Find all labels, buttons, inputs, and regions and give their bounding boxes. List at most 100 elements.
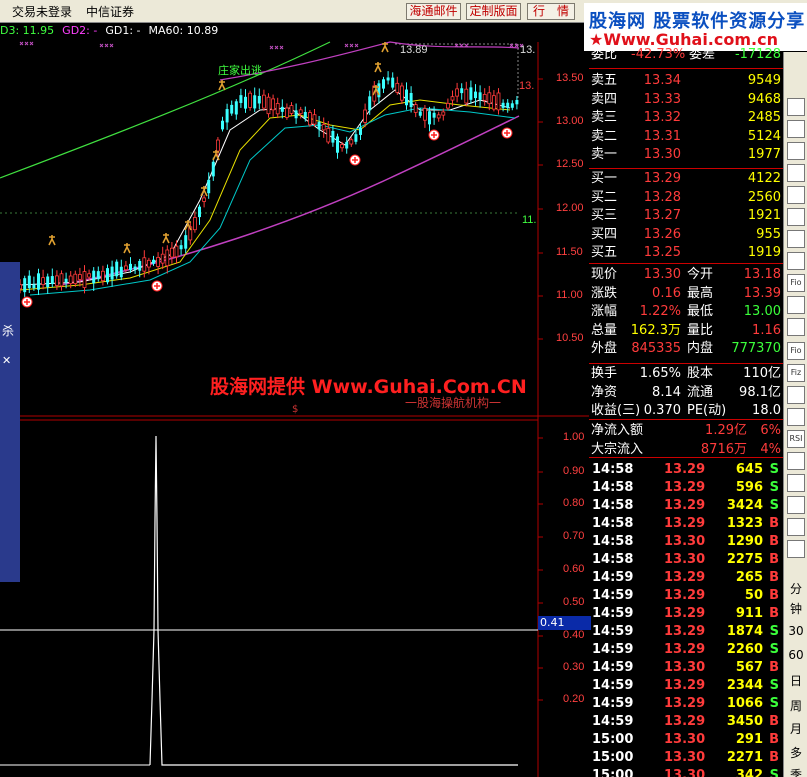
ask-price: 13.34 (643, 73, 681, 88)
high-price-label: 13.89 (400, 44, 428, 56)
toolbar-icon[interactable] (787, 408, 805, 426)
info-value: 777370 (731, 341, 781, 356)
bid-row[interactable]: 买一 13.29 4122 (589, 170, 783, 188)
candle-body (133, 266, 137, 270)
trade-side: S (769, 768, 779, 777)
candle-body (331, 130, 335, 143)
candle-body (317, 122, 321, 130)
period-button[interactable]: 季 (788, 766, 804, 777)
candle-body (124, 265, 128, 271)
candle-body (363, 109, 368, 123)
sub-axis-label: 0.40 (563, 629, 585, 641)
period-button[interactable]: 多 (788, 744, 804, 761)
candle-body (152, 259, 155, 264)
candle-body (354, 134, 358, 142)
bid-row[interactable]: 买五 13.25 1919 (589, 244, 783, 262)
trade-side: B (769, 534, 779, 549)
trade-side: B (769, 516, 779, 531)
price-axis-label: 13.00 (556, 115, 584, 127)
cross-marker-icon (274, 45, 279, 50)
bid-label: 买三 (591, 208, 618, 223)
toolbar-icon[interactable] (787, 518, 805, 536)
trade-side: S (769, 696, 779, 711)
flow-percent: 6% (760, 423, 781, 438)
ask-label: 卖三 (591, 110, 618, 125)
ask-row[interactable]: 卖三 13.32 2485 (589, 109, 783, 127)
toolbar-icon[interactable] (787, 164, 805, 182)
bid-row[interactable]: 买三 13.27 1921 (589, 207, 783, 225)
toolbar-icon-fio[interactable]: Fio (787, 274, 805, 292)
candle-body (211, 161, 215, 177)
toolbar-icon[interactable] (787, 474, 805, 492)
toolbar-icon[interactable] (787, 252, 805, 270)
period-button[interactable]: 钟 (788, 600, 804, 617)
bid-row[interactable]: 买四 13.26 955 (589, 226, 783, 244)
trade-side: S (769, 678, 779, 693)
candle-body (92, 270, 96, 284)
period-button[interactable]: 日 (788, 672, 804, 689)
toolbar-icon[interactable] (787, 120, 805, 138)
trade-time: 14:58 (592, 552, 634, 567)
ask-price: 13.31 (643, 128, 681, 144)
candle-body (68, 275, 73, 284)
bid-volume: 1921 (747, 208, 781, 223)
candle-body (450, 96, 455, 101)
cross-marker-icon (269, 45, 274, 50)
flow-value: 8716万 (700, 441, 747, 457)
price-axis-label: 12.00 (556, 202, 584, 214)
toolbar-icon[interactable] (787, 186, 805, 204)
candle-body (50, 276, 54, 284)
trade-volume: 291 (735, 732, 763, 747)
right-toolbar: Fio Fio Fiz RSI 分钟 30 60 日周月多季 (783, 52, 807, 777)
ask-label: 卖二 (591, 128, 618, 144)
ask-row[interactable]: 卖四 13.33 9468 (589, 91, 783, 109)
period-button[interactable]: 周 (788, 697, 804, 714)
ask-row[interactable]: 卖五 13.34 9549 (589, 72, 783, 90)
toolbar-icon[interactable] (787, 496, 805, 514)
candle-body (146, 259, 151, 268)
popup-close-icon[interactable]: ✕ (2, 354, 11, 367)
toolbar-icon[interactable] (787, 142, 805, 160)
sub-axis-label: 0.20 (563, 693, 585, 705)
toolbar-icon[interactable] (787, 208, 805, 226)
candle-body (487, 92, 492, 105)
candle-body (73, 273, 78, 284)
candle-body (294, 110, 298, 119)
toolbar-icon[interactable] (787, 318, 805, 336)
left-popup-panel[interactable]: 杀 ✕ (0, 262, 20, 582)
toolbar-icon[interactable] (787, 98, 805, 116)
trade-volume: 342 (735, 768, 763, 777)
toolbar-icon[interactable] (787, 540, 805, 558)
toolbar-icon[interactable] (787, 296, 805, 314)
toolbar-icon[interactable] (787, 452, 805, 470)
candle-body (160, 253, 165, 264)
period-button[interactable]: 分 (788, 580, 804, 597)
period-button[interactable]: 60 (788, 648, 804, 662)
period-button[interactable]: 月 (788, 720, 804, 737)
ask-row[interactable]: 卖一 13.30 1977 (589, 146, 783, 164)
candle-body (409, 92, 413, 108)
candle-body (428, 111, 431, 125)
trade-time: 14:58 (592, 498, 634, 513)
toolbar-icon-fio[interactable]: Fio (787, 342, 805, 360)
trade-row: 14:59 13.29 50 B (589, 587, 783, 605)
candle-body (119, 266, 123, 278)
dollar-marker: $ (292, 404, 299, 415)
candle-body (87, 273, 91, 278)
info-label: 内盘 (687, 341, 714, 356)
toolbar-icon[interactable] (787, 386, 805, 404)
toolbar-icon-rsi[interactable]: RSI (787, 430, 805, 448)
ask-row[interactable]: 卖二 13.31 5124 (589, 128, 783, 146)
toolbar-icon-fiz[interactable]: Fiz (787, 364, 805, 382)
candle-body (284, 107, 289, 118)
toolbar-icon[interactable] (787, 230, 805, 248)
candle-body (179, 245, 183, 250)
info-label: 涨跌 (591, 285, 618, 301)
cross-marker-icon (349, 43, 354, 48)
candle-body (307, 112, 312, 126)
trade-row: 14:58 13.29 645 S (589, 461, 783, 479)
period-button[interactable]: 30 (788, 624, 804, 638)
candle-body (156, 256, 161, 267)
trade-price: 13.29 (664, 570, 706, 585)
bid-row[interactable]: 买二 13.28 2560 (589, 189, 783, 207)
